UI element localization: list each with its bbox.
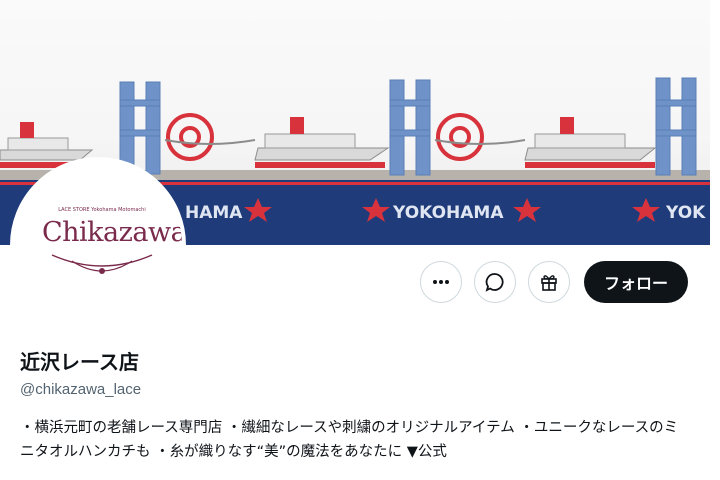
page-edge bbox=[710, 0, 720, 480]
banner-text-1: HAMA bbox=[185, 203, 243, 223]
gift-button[interactable] bbox=[527, 261, 570, 303]
profile-bio: ・横浜元町の老舗レース専門店 ・繊細なレースや刺繍のオリジナルアイテム ・ユニー… bbox=[20, 420, 679, 460]
gift-icon bbox=[541, 275, 557, 291]
profile-handle: @chikazawa_lace bbox=[20, 381, 142, 398]
brand-logo: LACE STORE Yokohama Motomachi Chikazawa bbox=[42, 207, 186, 283]
avatar[interactable]: LACE STORE Yokohama Motomachi Chikazawa bbox=[10, 157, 186, 333]
profile-name: 近沢レース店 bbox=[20, 350, 139, 374]
more-horizontal-icon bbox=[432, 280, 449, 284]
more-button[interactable] bbox=[419, 261, 462, 303]
message-button[interactable] bbox=[473, 261, 516, 303]
banner-text-2: YOKOHAMA bbox=[392, 203, 504, 223]
logo-text: Chikazawa bbox=[42, 217, 186, 248]
message-bubble-icon bbox=[485, 273, 504, 292]
banner-text-3: YOK bbox=[665, 203, 706, 223]
profile-actions: フォロー bbox=[419, 261, 688, 303]
logo-subtext: LACE STORE Yokohama Motomachi bbox=[58, 207, 146, 213]
follow-button[interactable]: フォロー bbox=[583, 261, 688, 303]
logo-flourish-icon bbox=[51, 254, 153, 274]
